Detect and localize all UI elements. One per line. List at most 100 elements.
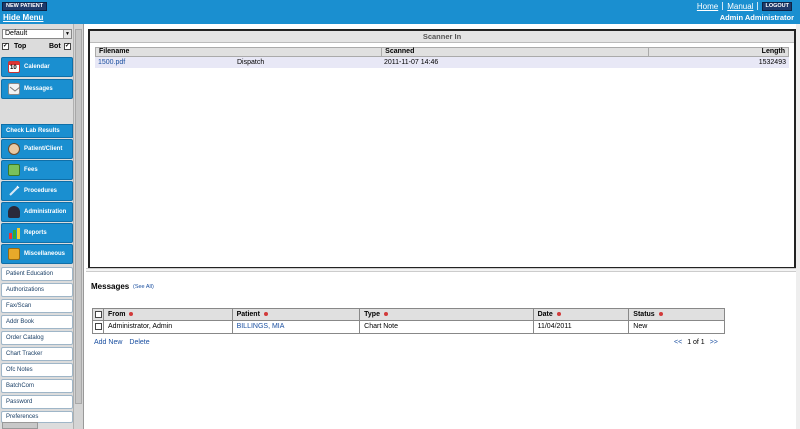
current-user: Admin Administrator bbox=[719, 13, 794, 22]
nav-check-lab-results[interactable]: Check Lab Results bbox=[1, 124, 73, 138]
document-type: Dispatch bbox=[237, 59, 265, 66]
sort-icon[interactable] bbox=[383, 312, 388, 317]
nav-password[interactable]: Password bbox=[1, 395, 73, 409]
nav-batchcom[interactable]: BatchCom bbox=[1, 379, 73, 393]
puzzle-icon bbox=[8, 248, 20, 260]
home-link[interactable]: Home bbox=[697, 2, 718, 11]
message-from: Administrator, Admin bbox=[104, 321, 233, 333]
sidebar-scroll-thumb[interactable] bbox=[75, 29, 82, 404]
hide-menu-link[interactable]: Hide Menu bbox=[3, 13, 43, 23]
nav-label: Fees bbox=[24, 167, 38, 173]
column-label: Date bbox=[537, 311, 553, 318]
sidebar: Default ▼ ✓ Top Bot ✓ 10 Calendar Messag… bbox=[0, 24, 84, 429]
scanner-in-panel: Scanner In Filename Scanned Length 1500.… bbox=[88, 29, 796, 269]
prev-page-button[interactable]: << bbox=[674, 339, 682, 346]
nav-miscellaneous[interactable]: Miscellaneous bbox=[1, 244, 73, 264]
top-checkbox[interactable]: ✓ bbox=[2, 43, 9, 50]
nav-reports[interactable]: Reports bbox=[1, 223, 73, 243]
message-status: New bbox=[633, 323, 648, 330]
top-label: Top bbox=[14, 43, 27, 50]
see-all-link[interactable]: (See All) bbox=[133, 284, 154, 290]
nav-authorizations[interactable]: Authorizations bbox=[1, 283, 73, 297]
column-patient[interactable]: Patient bbox=[233, 309, 361, 320]
nav-label: Patient/Client bbox=[24, 146, 63, 152]
next-page-button[interactable]: >> bbox=[710, 339, 718, 346]
scanned-date: 2011-11-07 14:46 bbox=[384, 59, 439, 66]
column-filename[interactable]: Filename bbox=[96, 48, 381, 56]
nav-label: Messages bbox=[24, 86, 53, 92]
page-indicator: 1 of 1 bbox=[687, 339, 705, 346]
sort-icon[interactable] bbox=[658, 312, 663, 317]
nav-procedures[interactable]: Procedures bbox=[1, 181, 73, 201]
money-icon bbox=[8, 164, 20, 176]
top-bot-options: ✓ Top Bot ✓ bbox=[2, 42, 72, 52]
nav-administration[interactable]: Administration bbox=[1, 202, 73, 222]
column-label: Status bbox=[633, 311, 655, 318]
messages-table: From Patient Type Date Status Administra… bbox=[92, 308, 725, 334]
nav-patient-education[interactable]: Patient Education bbox=[1, 267, 73, 281]
nav-chart-tracker[interactable]: Chart Tracker bbox=[1, 347, 73, 361]
nav-label: Administration bbox=[24, 209, 67, 215]
select-all-cell bbox=[93, 309, 104, 320]
nav-label: Procedures bbox=[24, 188, 58, 194]
row-checkbox[interactable] bbox=[95, 323, 102, 330]
logout-button[interactable]: LOGOUT bbox=[762, 1, 792, 11]
envelope-icon bbox=[8, 83, 21, 95]
column-from[interactable]: From bbox=[104, 309, 233, 320]
nav-addr-book[interactable]: Addr Book bbox=[1, 315, 73, 329]
sidebar-horizontal-scrollbar[interactable] bbox=[2, 422, 38, 429]
nav-messages[interactable]: Messages bbox=[1, 79, 73, 99]
nav-fees[interactable]: Fees bbox=[1, 160, 73, 180]
table-row[interactable]: 1500.pdf Dispatch 2011-11-07 14:46 15324… bbox=[95, 57, 789, 68]
message-date: 11/04/2011 bbox=[534, 321, 630, 333]
column-length[interactable]: Length bbox=[648, 48, 788, 56]
nav-order-catalog[interactable]: Order Catalog bbox=[1, 331, 73, 345]
main-content: Scanner In Filename Scanned Length 1500.… bbox=[86, 24, 800, 429]
messages-title: Messages bbox=[91, 282, 130, 291]
sort-icon[interactable] bbox=[129, 312, 134, 317]
admin-icon bbox=[8, 206, 20, 218]
nav-calendar[interactable]: 10 Calendar bbox=[1, 57, 73, 77]
message-type: Chart Note bbox=[360, 321, 534, 333]
nav-fax-scan[interactable]: Fax/Scan bbox=[1, 299, 73, 313]
column-label: Patient bbox=[236, 311, 260, 318]
column-scanned[interactable]: Scanned bbox=[381, 48, 648, 56]
person-icon bbox=[8, 143, 20, 155]
profile-select[interactable]: Default ▼ bbox=[2, 29, 72, 39]
patient-link[interactable]: BILLINGS, MIA bbox=[233, 321, 361, 333]
manual-link[interactable]: Manual bbox=[727, 2, 753, 11]
messages-table-header: From Patient Type Date Status bbox=[93, 309, 724, 321]
main-scrollbar[interactable] bbox=[796, 24, 800, 429]
sort-icon[interactable] bbox=[556, 312, 561, 317]
calendar-icon: 10 bbox=[8, 61, 20, 73]
select-all-checkbox[interactable] bbox=[95, 311, 102, 318]
bot-label: Bot bbox=[49, 43, 61, 50]
nav-patient-client[interactable]: Patient/Client bbox=[1, 139, 73, 159]
filename-link[interactable]: 1500.pdf bbox=[95, 57, 234, 68]
nav-ofc-notes[interactable]: Ofc Notes bbox=[1, 363, 73, 377]
scanner-title: Scanner In bbox=[90, 31, 794, 43]
column-type[interactable]: Type bbox=[360, 309, 534, 320]
scanner-table-header: Filename Scanned Length bbox=[95, 47, 789, 57]
column-status[interactable]: Status bbox=[629, 309, 724, 320]
syringe-icon bbox=[8, 185, 20, 197]
add-new-link[interactable]: Add New bbox=[94, 339, 122, 346]
sidebar-scrollbar[interactable] bbox=[73, 24, 83, 429]
profile-select-value: Default bbox=[5, 30, 28, 37]
message-actions: Add New Delete bbox=[94, 339, 150, 346]
top-bar: NEW PATIENT Hide Menu Home Manual LOGOUT… bbox=[0, 0, 800, 24]
file-length: 1532493 bbox=[758, 59, 786, 66]
top-links: Home Manual LOGOUT bbox=[697, 1, 792, 11]
pane-divider[interactable] bbox=[86, 268, 800, 272]
column-label: Type bbox=[364, 311, 380, 318]
delete-link[interactable]: Delete bbox=[129, 339, 149, 346]
nav-label: Calendar bbox=[24, 64, 50, 70]
bot-checkbox[interactable]: ✓ bbox=[64, 43, 71, 50]
row-select-cell bbox=[93, 321, 104, 333]
table-row[interactable]: Administrator, Admin BILLINGS, MIA Chart… bbox=[93, 321, 724, 333]
column-date[interactable]: Date bbox=[534, 309, 630, 320]
sort-icon[interactable] bbox=[263, 312, 268, 317]
chevron-down-icon: ▼ bbox=[63, 30, 71, 38]
new-patient-button[interactable]: NEW PATIENT bbox=[2, 2, 48, 11]
chart-icon bbox=[8, 227, 20, 239]
